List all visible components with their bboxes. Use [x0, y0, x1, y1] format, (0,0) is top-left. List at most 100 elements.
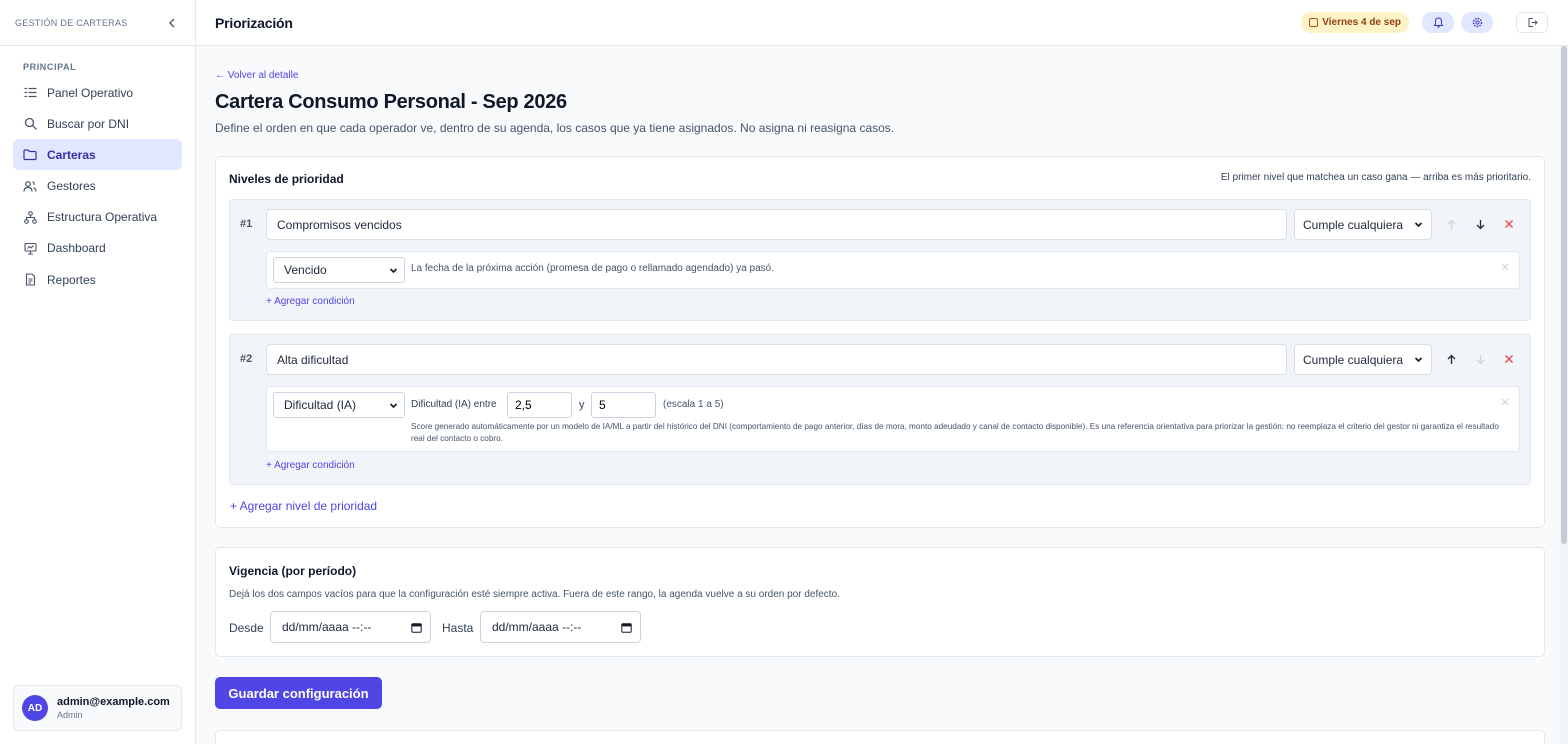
calendar-icon: [621, 622, 632, 633]
date-badge-text: Viernes 4 de sep: [1322, 17, 1401, 28]
level-number: #1: [240, 218, 253, 230]
move-up-button[interactable]: [1444, 352, 1458, 366]
back-to-detail-link[interactable]: ← Volver al detalle: [215, 70, 298, 81]
bell-icon: [1433, 17, 1443, 28]
calendar-icon: [1309, 18, 1319, 27]
sidebar-item-label: Reportes: [47, 272, 96, 287]
chevron-down-icon: [389, 267, 398, 273]
range-min-input[interactable]: [507, 392, 572, 418]
sidebar-header: GESTIÓN DE CARTERAS: [0, 0, 195, 46]
sidebar-item-label: Dashboard: [47, 241, 106, 256]
match-mode-select[interactable]: Cumple cualquiera: [1294, 209, 1432, 240]
from-datetime-input[interactable]: dd/mm/aaaa --:--: [270, 611, 431, 643]
sidebar-item-buscar-dni[interactable]: Buscar por DNI: [13, 108, 182, 139]
condition-field-value: Vencido: [284, 263, 327, 277]
remove-level-button[interactable]: [1502, 217, 1516, 231]
user-role: Admin: [57, 710, 83, 720]
to-label: Hasta: [442, 621, 474, 635]
chevron-down-icon: [1414, 357, 1423, 363]
sidebar-item-carteras[interactable]: Carteras: [13, 139, 182, 171]
range-label: Dificultad (IA) entre: [411, 399, 497, 410]
presentation-icon: [23, 241, 37, 255]
close-icon: [1505, 220, 1513, 228]
add-priority-level-link[interactable]: + Agregar nivel de prioridad: [230, 499, 377, 513]
sidebar-item-label: Estructura Operativa: [47, 210, 158, 225]
save-configuration-button[interactable]: Guardar configuración: [215, 677, 382, 709]
from-datetime-placeholder: dd/mm/aaaa --:--: [282, 620, 372, 634]
level-name-input[interactable]: [266, 209, 1287, 240]
topbar-actions: Viernes 4 de sep: [1301, 12, 1548, 33]
sidebar-item-gestores[interactable]: Gestores: [13, 171, 182, 202]
sidebar-item-dashboard[interactable]: Dashboard: [13, 233, 182, 264]
priority-level: #1 Cumple cualquiera Vencido La fecha d: [229, 199, 1531, 321]
move-up-button[interactable]: [1444, 217, 1458, 231]
remove-condition-button[interactable]: [1499, 396, 1511, 408]
to-datetime-placeholder: dd/mm/aaaa --:--: [492, 620, 582, 634]
arrow-down-icon: [1476, 354, 1484, 364]
notifications-button[interactable]: [1422, 12, 1454, 33]
to-datetime-input[interactable]: dd/mm/aaaa --:--: [480, 611, 641, 643]
topbar: Priorización Viernes 4 de sep: [196, 0, 1568, 46]
remove-level-button[interactable]: [1502, 352, 1516, 366]
range-joiner: y: [579, 399, 585, 411]
sidebar-item-label: Buscar por DNI: [47, 116, 130, 131]
level-name-input[interactable]: [266, 344, 1287, 375]
add-condition-link[interactable]: + Agregar condición: [266, 460, 355, 471]
condition-field-select[interactable]: Dificultad (IA): [273, 392, 405, 418]
calendar-icon: [411, 622, 422, 633]
match-mode-value: Cumple cualquiera: [1303, 352, 1404, 367]
logout-button[interactable]: [1516, 12, 1548, 33]
priority-levels-hint: El primer nivel que matchea un caso gana…: [1220, 172, 1531, 183]
range-max-input[interactable]: [591, 392, 656, 418]
sidebar-nav: Panel Operativo Buscar por DNI Carteras …: [13, 77, 182, 295]
page-description: Define el orden en que cada operador ve,…: [215, 121, 895, 135]
users-icon: [23, 179, 37, 193]
move-down-button[interactable]: [1473, 217, 1487, 231]
collapse-sidebar-button[interactable]: [164, 15, 180, 31]
condition-row: Dificultad (IA) Dificultad (IA) entre y …: [266, 386, 1520, 452]
page-title: Cartera Consumo Personal - Sep 2026: [215, 91, 567, 113]
sidebar-item-panel-operativo[interactable]: Panel Operativo: [13, 77, 182, 108]
vigencia-title: Vigencia (por período): [229, 564, 357, 578]
date-badge: Viernes 4 de sep: [1301, 12, 1409, 33]
page-header-title: Priorización: [215, 14, 293, 31]
scrollbar-thumb[interactable]: [1561, 46, 1567, 544]
condition-field-value: Dificultad (IA): [284, 398, 357, 412]
match-mode-select[interactable]: Cumple cualquiera: [1294, 344, 1432, 375]
org-chart-icon: [23, 210, 37, 224]
vigencia-card: Vigencia (por período) Dejá los dos camp…: [215, 547, 1545, 657]
from-label: Desde: [229, 621, 264, 635]
add-condition-link[interactable]: + Agregar condición: [266, 296, 355, 307]
level-number: #2: [240, 353, 253, 365]
next-card: [215, 730, 1545, 744]
sidebar-brand: GESTIÓN DE CARTERAS: [15, 17, 128, 28]
chevron-left-icon: [169, 18, 175, 27]
sidebar-item-label: Gestores: [47, 179, 96, 194]
document-icon: [23, 273, 37, 287]
close-icon: [1501, 263, 1509, 271]
sidebar-item-reportes[interactable]: Reportes: [13, 264, 182, 295]
close-icon: [1501, 398, 1509, 406]
arrow-down-icon: [1476, 219, 1484, 229]
range-scale-hint: (escala 1 a 5): [663, 399, 724, 410]
sidebar-item-estructura-operativa[interactable]: Estructura Operativa: [13, 202, 182, 233]
user-card[interactable]: AD admin@example.com Admin: [13, 685, 182, 731]
move-down-button[interactable]: [1473, 352, 1487, 366]
main-content: ← Volver al detalle Cartera Consumo Pers…: [196, 46, 1560, 744]
sidebar-item-label: Panel Operativo: [47, 85, 134, 100]
condition-row: Vencido La fecha de la próxima acción (p…: [266, 251, 1520, 289]
arrow-up-icon: [1447, 354, 1455, 364]
folder-icon: [23, 148, 37, 162]
priority-levels-title: Niveles de prioridad: [229, 172, 344, 186]
settings-button[interactable]: [1461, 12, 1493, 33]
main-scrollbar[interactable]: [1560, 46, 1568, 744]
sidebar-section-label: PRINCIPAL: [23, 62, 77, 72]
user-email: admin@example.com: [57, 696, 170, 708]
close-icon: [1505, 355, 1513, 363]
remove-condition-button[interactable]: [1499, 261, 1511, 273]
avatar: AD: [22, 695, 48, 721]
condition-field-select[interactable]: Vencido: [273, 257, 405, 283]
arrow-up-icon: [1447, 219, 1455, 229]
chevron-down-icon: [1414, 222, 1423, 228]
priority-level: #2 Cumple cualquiera Dificultad (IA) Di: [229, 334, 1531, 485]
